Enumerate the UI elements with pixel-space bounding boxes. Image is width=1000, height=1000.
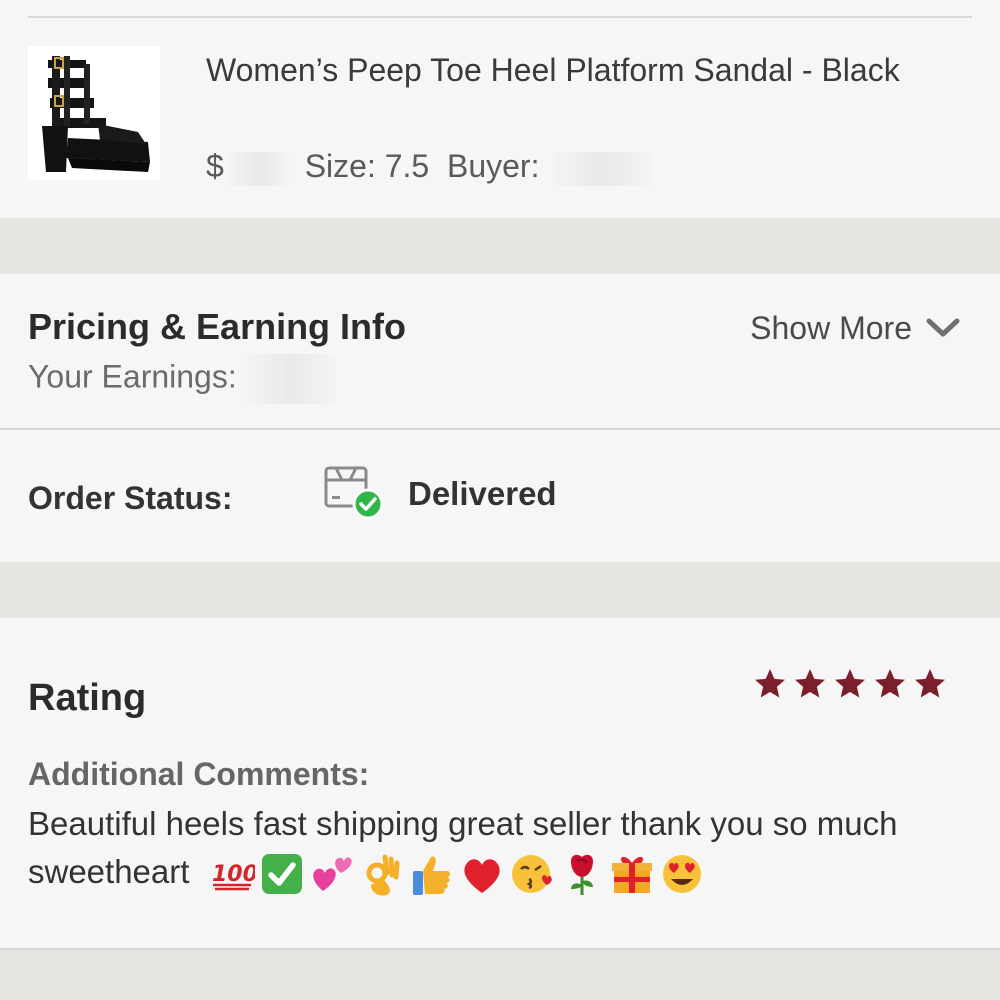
additional-comments-label: Additional Comments: (28, 756, 370, 792)
chevron-down-icon (926, 306, 960, 350)
ok-hand-icon (366, 854, 400, 896)
rating-card: Rating Additional Comments: Beautiful he… (0, 618, 1000, 948)
star-icon (915, 669, 945, 698)
top-divider (28, 16, 972, 18)
buyer-label: Buyer: (446, 148, 540, 184)
hundred-points-icon: 100 (212, 862, 255, 891)
check-mark-button-icon (261, 854, 302, 895)
earnings-label: Your Earnings: (28, 358, 237, 395)
price-prefix: $ (206, 148, 224, 184)
pricing-title: Pricing & Earning Info (28, 306, 407, 347)
section-divider (0, 948, 1000, 950)
redacted-earnings (245, 354, 336, 404)
rose-icon (570, 855, 593, 896)
size-value: 7.5 (384, 148, 430, 184)
star-icon (795, 669, 825, 698)
face-blowing-kiss-icon (511, 855, 552, 894)
two-hearts-icon (312, 857, 352, 892)
your-earnings: Your Earnings: (28, 354, 336, 404)
star-icon (755, 669, 785, 698)
package-delivered-icon (322, 462, 386, 522)
order-item-card: Women’s Peep Toe Heel Platform Sandal - … (0, 0, 1000, 218)
show-more-label: Show More (750, 310, 912, 346)
redacted-price (227, 151, 290, 186)
order-status-label: Order Status: (28, 480, 233, 516)
show-more-button[interactable]: Show More (750, 306, 960, 350)
svg-text:100: 100 (212, 862, 255, 887)
thumbs-up-icon (412, 856, 450, 896)
pricing-card: Pricing & Earning Info Your Earnings: (0, 274, 1000, 428)
redacted-buyer (552, 151, 653, 186)
product-image[interactable] (28, 46, 160, 180)
product-meta: $ Size: 7.5 Buyer: (206, 142, 658, 190)
wrapped-gift-icon (611, 857, 652, 894)
order-status-card: Order Status: Delivered (0, 430, 1000, 562)
emoji-row: 100 (209, 851, 705, 897)
heart-eyes-icon (662, 855, 701, 894)
order-status-value: Delivered (408, 475, 557, 512)
red-heart-icon (463, 859, 500, 894)
comment-body: Beautiful heels fast shipping great sell… (28, 800, 928, 897)
star-icon (835, 669, 865, 698)
rating-title: Rating (28, 677, 147, 719)
size-label: Size: (304, 148, 376, 184)
star-rating (752, 666, 948, 702)
product-title[interactable]: Women’s Peep Toe Heel Platform Sandal - … (206, 46, 926, 94)
star-icon (875, 669, 905, 698)
